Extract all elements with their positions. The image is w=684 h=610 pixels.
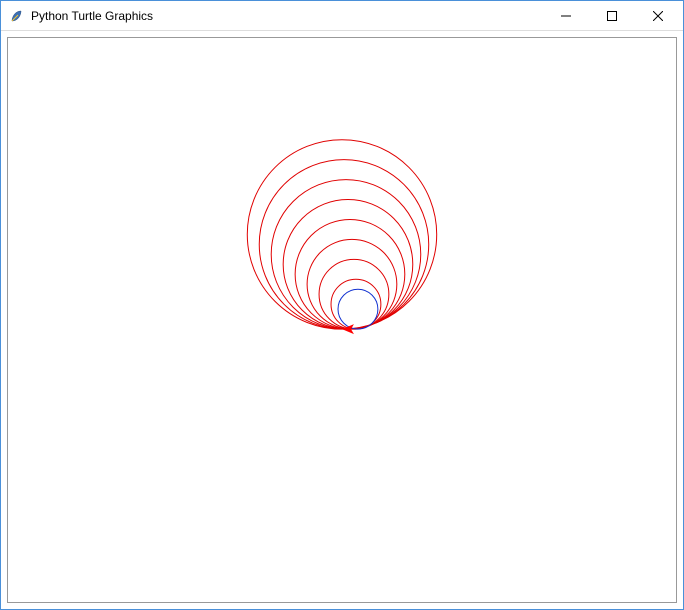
red-circle — [295, 219, 405, 329]
window-title: Python Turtle Graphics — [31, 9, 543, 23]
window-controls — [543, 1, 681, 31]
red-circle — [259, 160, 428, 329]
red-circle — [283, 200, 413, 330]
red-circle — [271, 180, 421, 330]
feather-icon — [9, 8, 25, 24]
red-circle — [247, 140, 436, 329]
close-button[interactable] — [635, 1, 681, 31]
minimize-button[interactable] — [543, 1, 589, 31]
blue-circle — [338, 289, 378, 329]
titlebar: Python Turtle Graphics — [1, 1, 683, 31]
turtle-canvas — [8, 38, 676, 606]
maximize-button[interactable] — [589, 1, 635, 31]
client-area — [1, 31, 683, 609]
canvas-frame — [7, 37, 677, 603]
